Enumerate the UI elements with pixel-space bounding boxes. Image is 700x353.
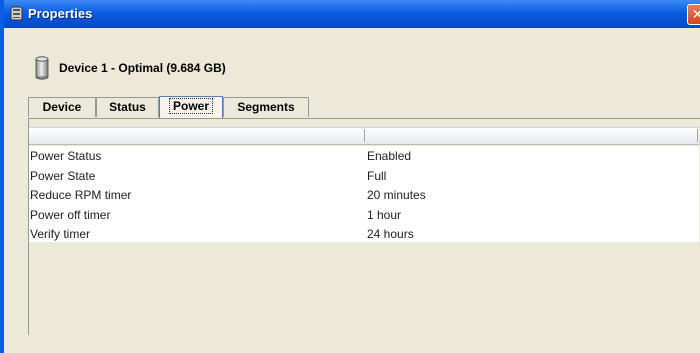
table-row[interactable]: Reduce RPM timer 20 minutes — [29, 185, 699, 205]
window-title: Properties — [28, 6, 93, 21]
property-name: Power off timer — [30, 207, 111, 222]
property-name: Verify timer — [30, 227, 91, 241]
property-value: 1 hour — [367, 207, 402, 222]
property-name: Power State — [30, 168, 96, 183]
table-row[interactable]: Power off timer 1 hour — [29, 205, 699, 225]
tab-power[interactable]: Power — [159, 96, 223, 119]
tab-status[interactable]: Status — [96, 97, 159, 117]
column-divider[interactable] — [697, 129, 698, 142]
property-value: 24 hours — [367, 227, 414, 241]
column-divider[interactable] — [364, 129, 365, 142]
power-tab-panel: Power Status Enabled Power State Full Re… — [28, 118, 700, 335]
properties-window: Properties ✕ Device 1 - Optimal (9.684 G… — [0, 0, 700, 353]
table-row[interactable]: Power Status Enabled — [29, 146, 699, 166]
title-bar[interactable]: Properties ✕ — [4, 0, 700, 28]
disk-drive-icon — [10, 6, 23, 21]
table-row[interactable]: Power State Full — [29, 166, 699, 186]
tab-device[interactable]: Device — [28, 97, 96, 117]
close-button[interactable]: ✕ — [687, 4, 700, 25]
tab-segments[interactable]: Segments — [223, 97, 309, 117]
disk-drive-icon — [35, 56, 49, 80]
property-value: Full — [367, 168, 387, 183]
property-name: Reduce RPM timer — [30, 188, 132, 202]
table-row[interactable]: Verify timer 24 hours — [29, 224, 699, 244]
property-name: Power Status — [30, 149, 102, 163]
device-title: Device 1 - Optimal (9.684 GB) — [59, 61, 226, 75]
table-header[interactable] — [29, 127, 699, 145]
close-icon: ✕ — [691, 6, 700, 22]
property-value: Enabled — [367, 149, 412, 163]
properties-table: Power Status Enabled Power State Full Re… — [29, 146, 699, 242]
property-value: 20 minutes — [367, 188, 426, 202]
